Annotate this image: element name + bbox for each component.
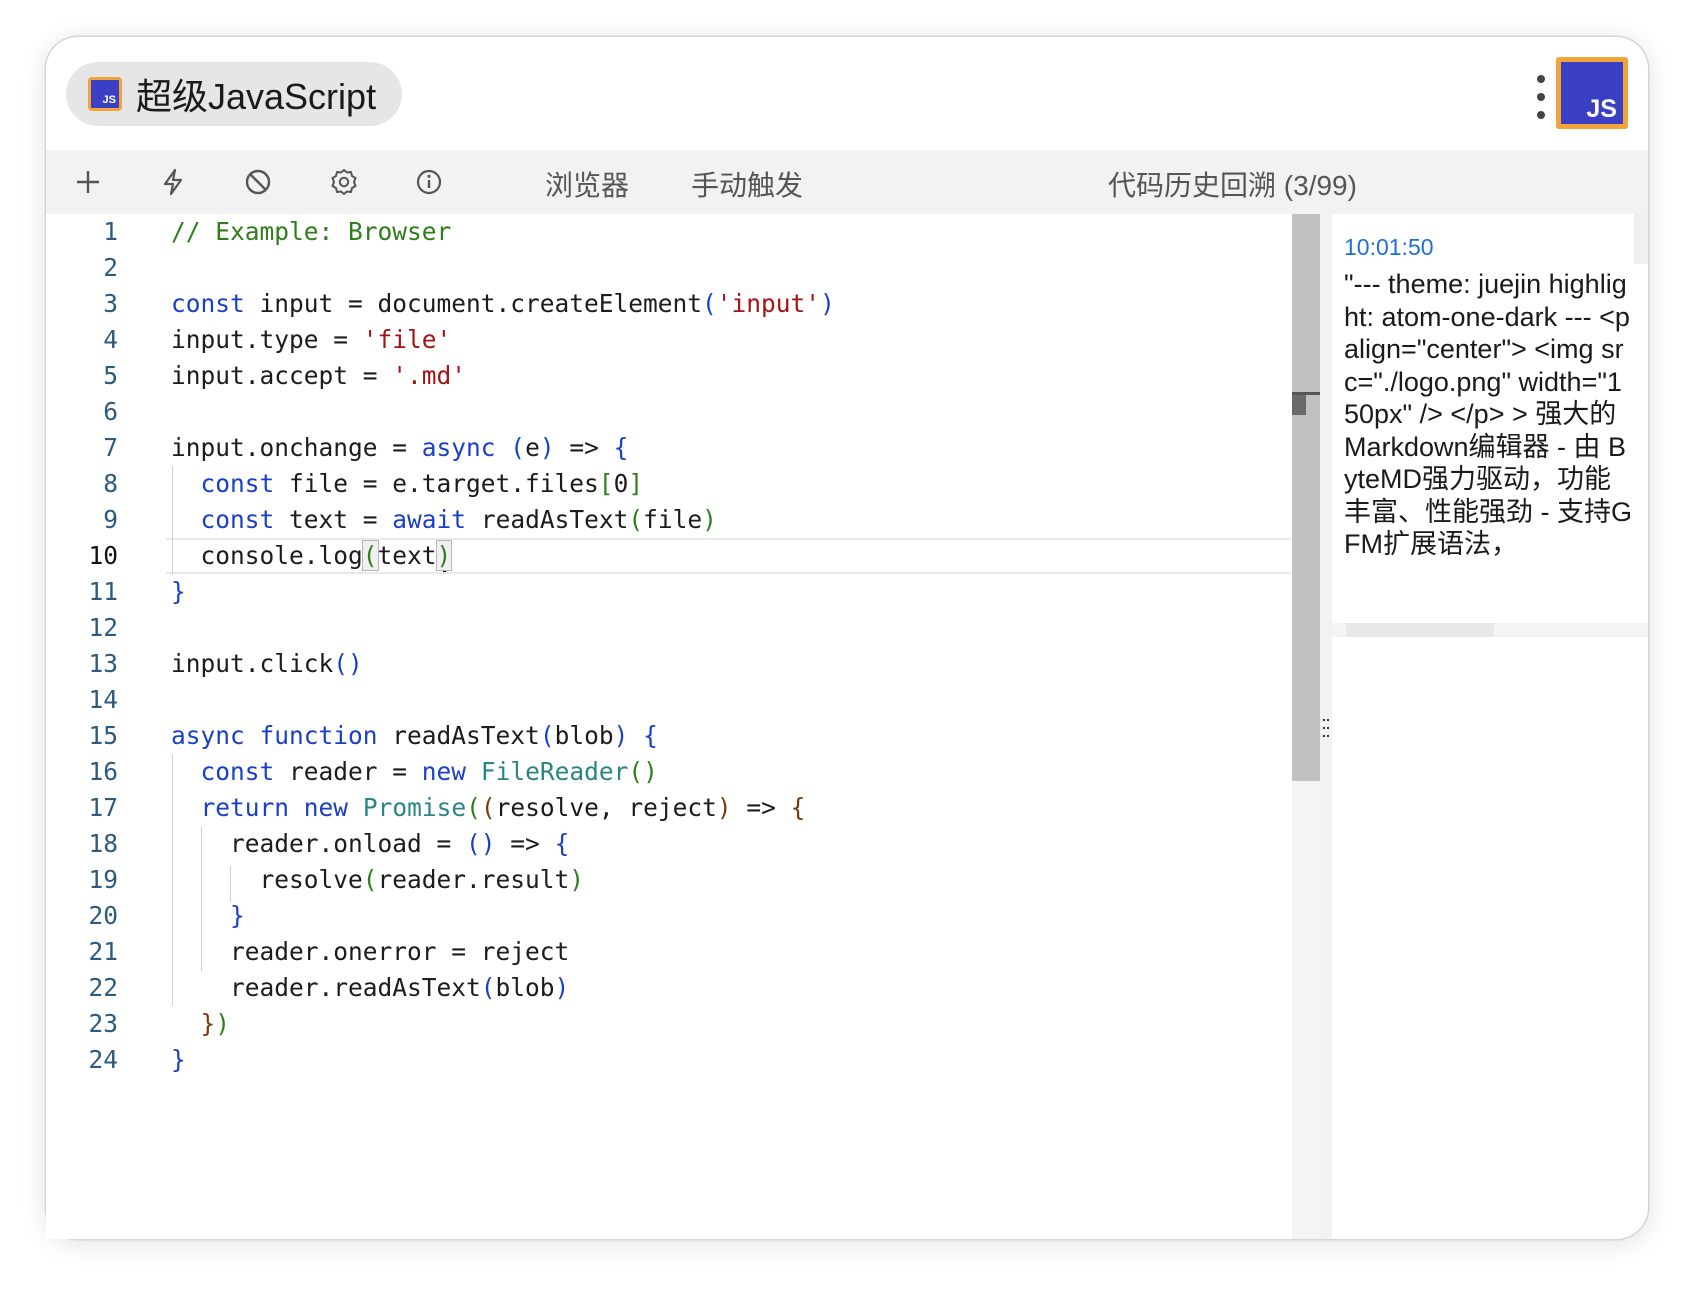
code-text: const text = await readAsText(file) [200,505,717,534]
line-number: 17 [88,793,118,822]
code-line[interactable]: 6 [46,394,1292,430]
line-number: 21 [88,937,118,966]
plus-icon[interactable] [72,166,104,198]
app-title-pill[interactable]: JS 超级JavaScript [66,62,403,126]
console-vertical-scrollbar[interactable] [1634,214,1648,264]
line-number: 18 [88,829,118,858]
line-number: 19 [88,865,118,894]
code-line[interactable]: 8 const file = e.target.files[0] [46,466,1292,502]
code-text: reader.onerror = reject [171,937,570,966]
code-line[interactable]: 3 const input = document.createElement('i… [46,286,1292,322]
browser-button[interactable]: 浏览器 [545,164,629,204]
code-line[interactable]: 10 console.log(text) [46,538,1292,574]
app-icon-label: JS [102,94,116,106]
code-text: const file = e.target.files[0] [200,469,644,498]
code-text: console.log(text) [171,540,453,571]
code-text: const reader = new FileReader() [200,757,658,786]
line-number: 4 [103,325,118,354]
line-number: 5 [103,361,118,390]
code-line[interactable]: 12 [46,610,1292,646]
manual-trigger-button[interactable]: 手动触发 [691,164,803,204]
code-line[interactable]: 18 reader.onload = () => { [46,826,1292,862]
code-line[interactable]: 11} [46,574,1292,610]
code-text: reader.readAsText(blob) [171,973,570,1002]
line-number: 8 [103,469,118,498]
line-number: 6 [103,397,118,426]
code-line[interactable]: 13 input.click() [46,646,1292,682]
scrollbar-marker [1292,395,1306,415]
code-line[interactable]: 9 const text = await readAsText(file) [46,502,1292,538]
line-number: 9 [103,505,118,534]
code-line[interactable]: 24} [46,1042,1292,1078]
line-number: 1 [103,217,118,246]
code-text: } [230,901,245,930]
code-editor[interactable]: 1// Example: Browser 2 3 const input = docu… [46,214,1292,1239]
code-line[interactable]: 5 input.accept = '.md' [46,358,1292,394]
console-timestamp: 10:01:50 [1344,234,1434,260]
line-number: 3 [103,289,118,318]
line-number: 10 [88,541,118,570]
code-text: // Example: Browser [171,217,452,246]
line-number: 22 [88,973,118,1002]
code-text: input.onchange = async (e) => { [171,433,629,462]
code-text: } [171,577,186,606]
code-line[interactable]: 19 resolve(reader.result) [46,862,1292,898]
gear-icon[interactable] [328,166,360,198]
line-number: 24 [88,1045,118,1074]
code-line[interactable]: 17 return new Promise((resolve, reject) … [46,790,1292,826]
code-text: return new Promise((resolve, reject) => … [200,793,806,822]
line-number: 15 [88,721,118,750]
block-icon[interactable] [242,166,274,198]
code-text: input.click() [171,649,363,678]
code-history-button[interactable]: 代码历史回溯 (3/99) [1108,164,1357,204]
app-title: 超级JavaScript [136,76,377,117]
line-number: 14 [88,685,118,714]
toolbar: 浏览器 手动触发 代码历史回溯 (3/99) [46,150,1648,214]
code-text: const input = document.createElement('in… [171,289,835,318]
code-text: input.accept = '.md' [171,361,467,390]
code-line[interactable]: 23 }) [46,1006,1292,1042]
code-line[interactable]: 2 [46,250,1292,286]
code-line[interactable]: 14 [46,682,1292,718]
code-line[interactable]: 15 async function readAsText(blob) { [46,718,1292,754]
console-output-panel[interactable]: 10:01:50 "--- theme: juejin highlight: a… [1332,214,1648,624]
code-text: }) [200,1009,231,1038]
code-text: resolve(reader.result) [171,865,585,894]
lightning-icon[interactable] [157,166,189,198]
line-number: 11 [88,577,118,606]
info-icon[interactable] [413,166,445,198]
js-app-icon: JS [88,77,122,111]
console-log-text: "--- theme: juejin highlight: atom-one-d… [1344,269,1632,559]
code-line[interactable]: 16 const reader = new FileReader() [46,754,1292,790]
code-line[interactable]: 21 reader.onerror = reject [46,934,1292,970]
line-number: 2 [103,253,118,282]
more-options-icon[interactable] [1536,75,1546,119]
code-text: async function readAsText(blob) { [171,721,658,750]
line-number: 20 [88,901,118,930]
console-horizontal-scrollbar-thumb[interactable] [1346,623,1494,637]
title-bar: JS 超级JavaScript JS [46,37,1648,150]
line-number: 13 [88,649,118,678]
line-number: 12 [88,613,118,642]
code-text: } [171,1045,186,1074]
code-text: input.type = 'file' [171,325,452,354]
drag-handle-icon[interactable] [1323,719,1329,737]
js-avatar-icon[interactable]: JS [1556,57,1628,129]
code-text: reader.onload = () => { [171,829,570,858]
line-number: 16 [88,757,118,786]
avatar-label: JS [1586,95,1617,123]
code-line[interactable]: 4 input.type = 'file' [46,322,1292,358]
code-line[interactable]: 20 } [46,898,1292,934]
line-number: 23 [88,1009,118,1038]
code-line[interactable]: 1 // Example: Browser [46,214,1292,250]
code-line[interactable]: 22 reader.readAsText(blob) [46,970,1292,1006]
line-number: 7 [103,433,118,462]
code-line[interactable]: 7 input.onchange = async (e) => { [46,430,1292,466]
editor-scrollbar-thumb[interactable] [1292,214,1320,781]
